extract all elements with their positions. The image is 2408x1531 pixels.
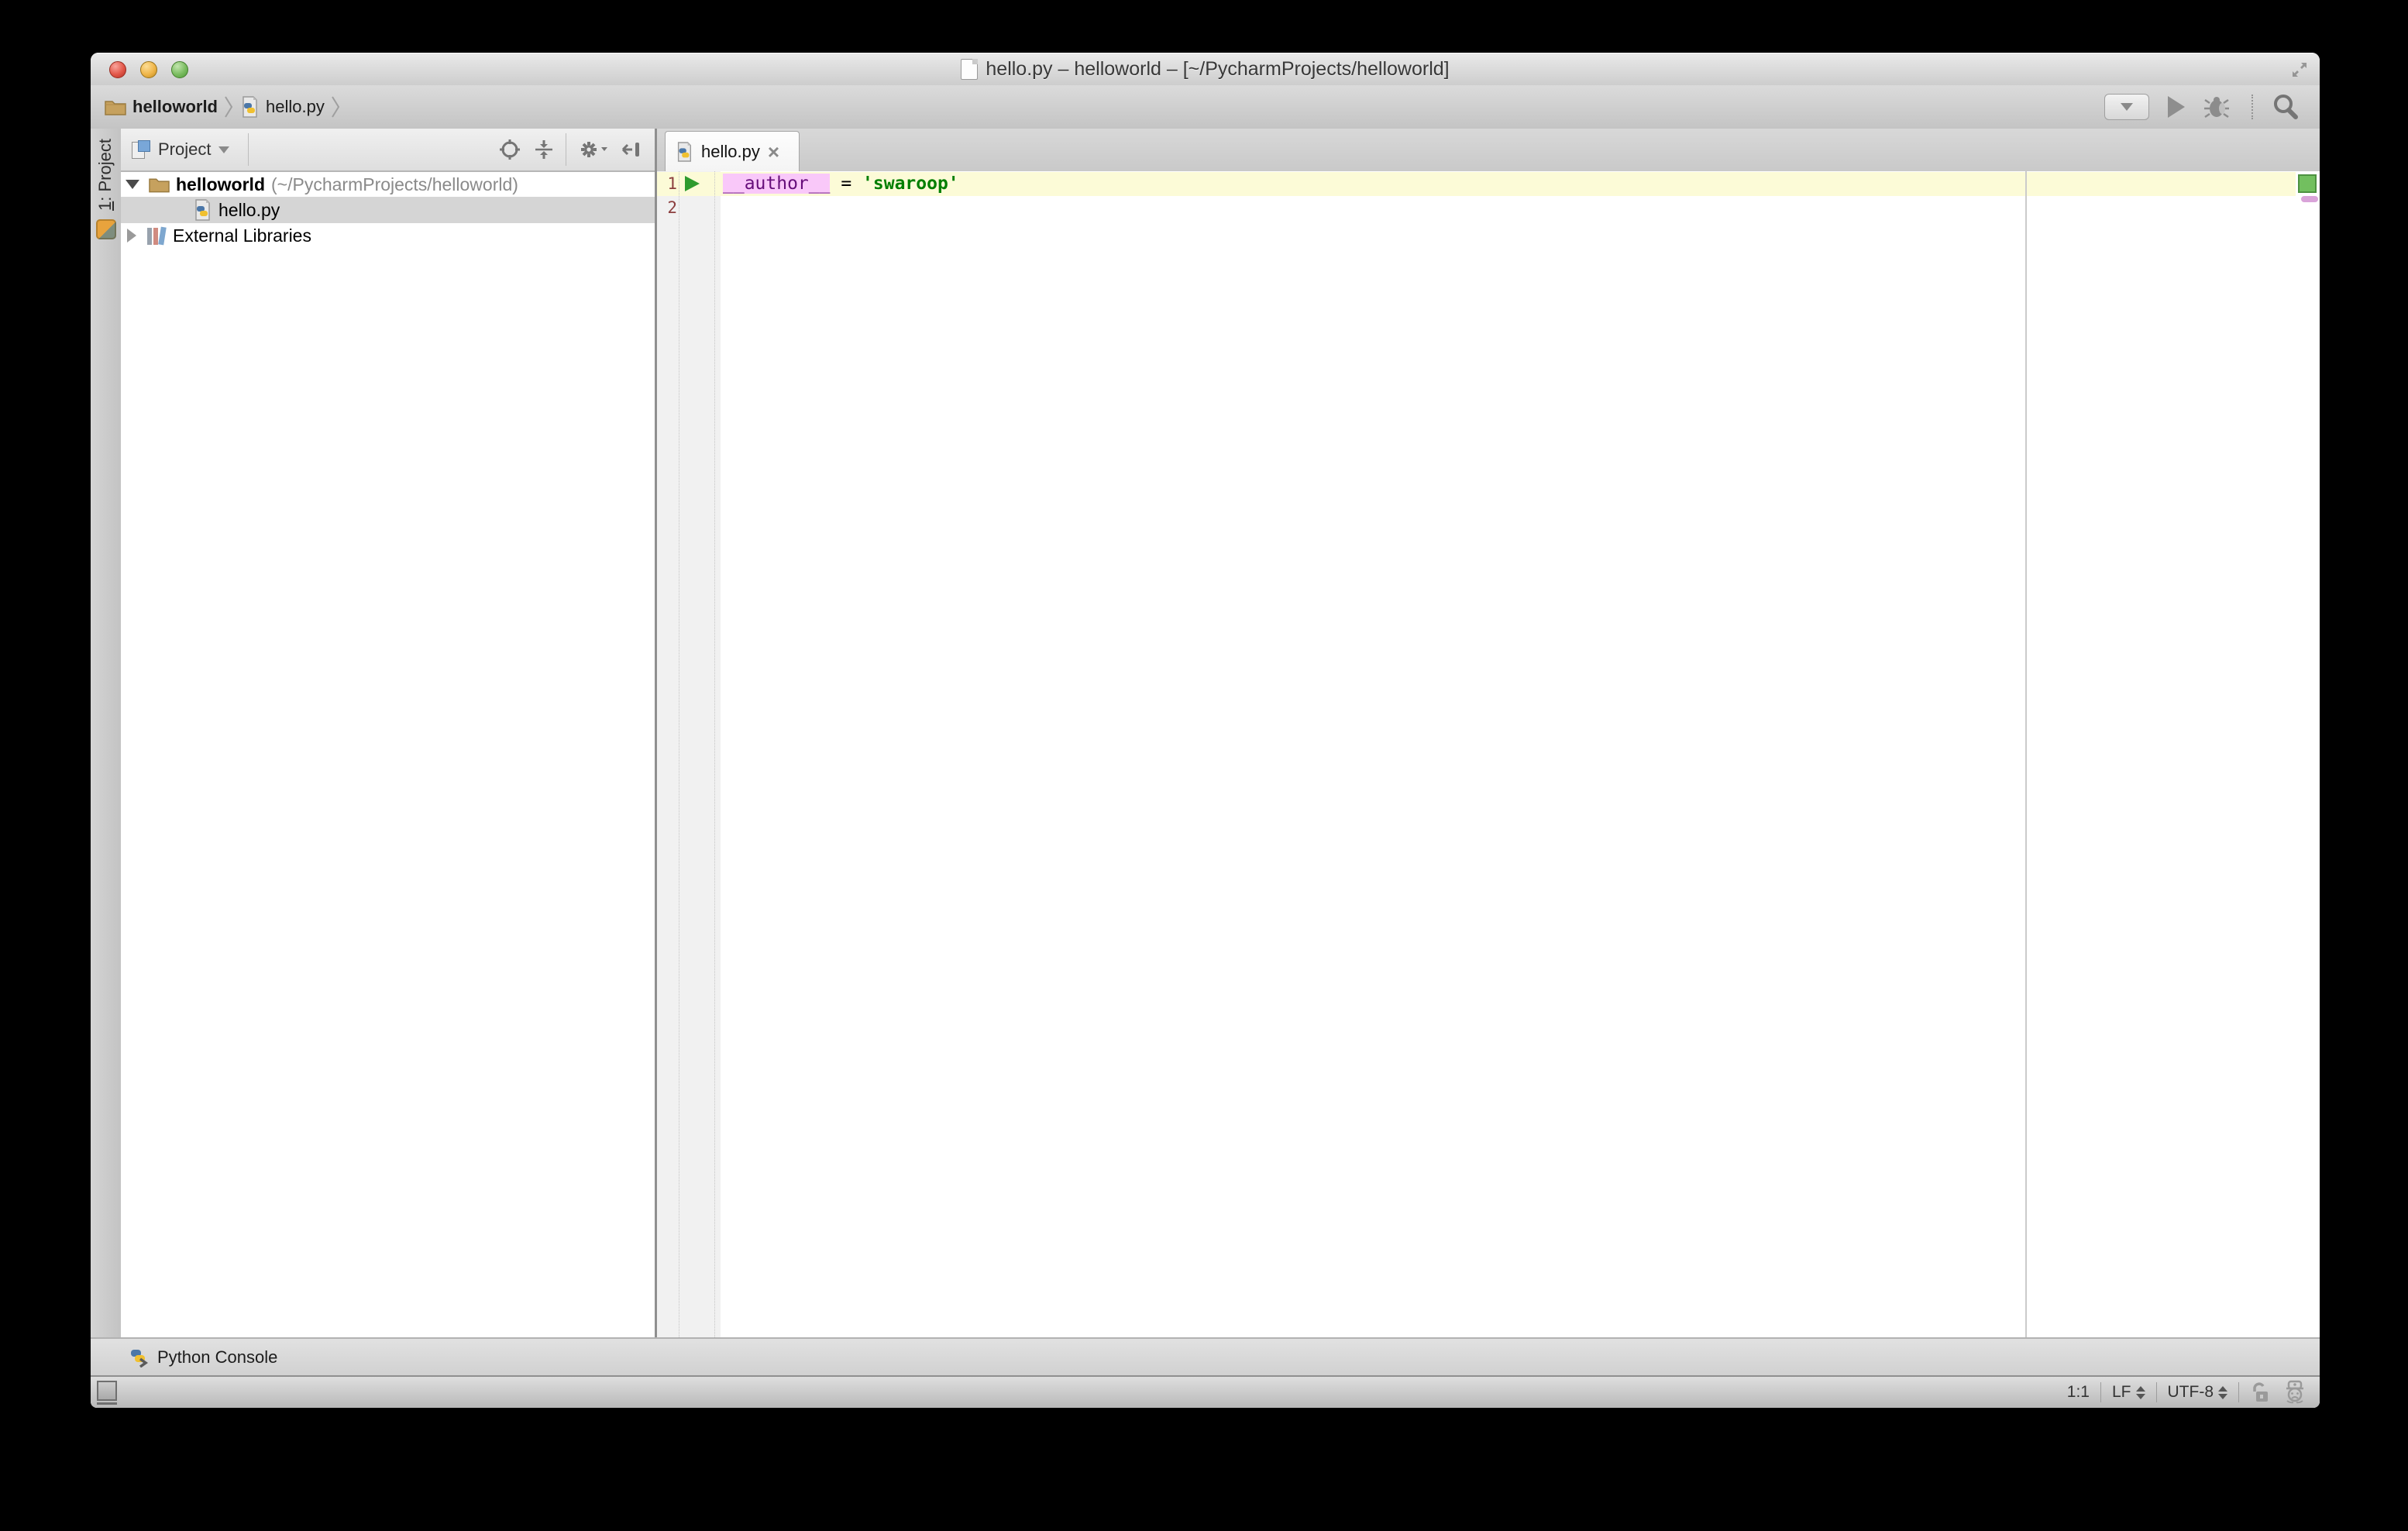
- right-margin-guide: [2025, 171, 2027, 1337]
- tab-hello-py[interactable]: hello.py ×: [665, 131, 800, 171]
- caret-position-widget[interactable]: 1:1: [2067, 1383, 2090, 1402]
- hide-panel-icon[interactable]: [621, 139, 642, 160]
- project-panel-header: Project: [121, 129, 655, 172]
- tree-file-name: hello.py: [218, 200, 280, 221]
- updown-arrows-icon: [2218, 1386, 2227, 1399]
- left-tool-stripe: 1: Project: [91, 129, 122, 1337]
- run-line-marker-icon[interactable]: [685, 176, 700, 191]
- tree-root-name: helloworld: [176, 174, 265, 195]
- python-console-icon: [129, 1347, 150, 1368]
- collapsed-arrow-icon[interactable]: [127, 229, 136, 243]
- project-view-icon: [132, 140, 150, 159]
- project-stripe-label: : Project: [95, 139, 115, 201]
- toolbar-separator: [2251, 95, 2253, 119]
- code-string: 'swaroop': [862, 174, 959, 194]
- encoding-widget[interactable]: UTF-8: [2168, 1383, 2228, 1402]
- code-operator: =: [830, 174, 862, 194]
- code-identifier: __author__: [723, 174, 830, 194]
- chevron-down-icon: [218, 146, 229, 153]
- breadcrumb-file[interactable]: hello.py: [266, 97, 325, 117]
- fullscreen-icon[interactable]: [2290, 60, 2309, 79]
- run-configuration-select[interactable]: [2104, 94, 2149, 120]
- tree-root-path: (~/PycharmProjects/helloworld): [271, 174, 518, 195]
- debug-button[interactable]: [2203, 94, 2233, 120]
- window-title-wrap: hello.py – helloworld – [~/PycharmProjec…: [91, 53, 2320, 85]
- title-bar[interactable]: hello.py – helloworld – [~/PycharmProjec…: [91, 53, 2320, 87]
- status-separator: [2238, 1382, 2239, 1402]
- code-line-1[interactable]: __author__ = 'swaroop': [723, 172, 959, 196]
- editor-gutter: [657, 171, 721, 1337]
- run-button[interactable]: [2168, 96, 2185, 118]
- chevron-down-icon: [2121, 103, 2133, 111]
- folder-icon: [105, 98, 126, 116]
- tab-label: hello.py: [701, 142, 760, 162]
- unlock-icon[interactable]: [2250, 1381, 2272, 1404]
- close-tab-icon[interactable]: ×: [768, 144, 779, 160]
- tree-row-root[interactable]: helloworld (~/PycharmProjects/helloworld…: [121, 172, 655, 197]
- encoding-value: UTF-8: [2168, 1383, 2214, 1402]
- toolbar-right: [2104, 85, 2300, 129]
- panel-header-separator: [248, 133, 249, 166]
- collapse-all-icon[interactable]: [533, 139, 555, 160]
- editor-body[interactable]: 1 2 __author__ = 'swaroop': [657, 171, 2320, 1337]
- python-file-icon: [239, 96, 260, 118]
- document-icon: [961, 59, 978, 80]
- line-separator-widget[interactable]: LF: [2112, 1383, 2145, 1402]
- project-view-selector[interactable]: Project: [132, 129, 229, 170]
- search-icon[interactable]: [2272, 93, 2300, 121]
- breadcrumb-chevron-icon: [224, 95, 233, 119]
- status-separator: [2100, 1382, 2101, 1402]
- project-mnemonic: 1: [95, 201, 115, 211]
- toggle-toolwindows-icon[interactable]: [97, 1381, 117, 1401]
- navigation-bar: helloworld hello.py: [91, 85, 2320, 130]
- libraries-icon: [146, 226, 167, 245]
- python-console-button[interactable]: Python Console: [129, 1339, 277, 1375]
- tool-button-project[interactable]: 1: Project: [95, 139, 115, 211]
- main-area: 1: Project Project: [91, 129, 2320, 1337]
- breadcrumb: helloworld hello.py: [105, 85, 340, 129]
- python-console-label: Python Console: [157, 1347, 277, 1368]
- error-stripe-mark[interactable]: [2301, 196, 2318, 202]
- scroll-to-source-icon[interactable]: [499, 139, 521, 160]
- tree-row-file-selected[interactable]: hello.py: [121, 197, 655, 223]
- tree-external-libraries-label: External Libraries: [173, 225, 311, 246]
- status-bar: 1:1 LF UTF-8: [91, 1375, 2320, 1408]
- breadcrumb-project[interactable]: helloworld: [132, 97, 218, 117]
- status-separator: [2156, 1382, 2157, 1402]
- editor-tab-bar: hello.py ×: [657, 129, 2320, 173]
- project-toolwindow-icon[interactable]: [96, 219, 116, 239]
- project-panel: Project: [121, 129, 655, 1337]
- editor-area: hello.py × 1 2 __author__ = 'swaroop': [657, 129, 2320, 1337]
- highlighting-level-icon[interactable]: [2282, 1380, 2307, 1405]
- status-widgets: 1:1 LF UTF-8: [2067, 1377, 2307, 1408]
- gear-icon[interactable]: [578, 139, 609, 160]
- breadcrumb-chevron-icon: [331, 95, 340, 119]
- python-file-icon: [192, 199, 212, 221]
- pycharm-window: hello.py – helloworld – [~/PycharmProjec…: [91, 53, 2320, 1408]
- window-title: hello.py – helloworld – [~/PycharmProjec…: [986, 58, 1449, 81]
- line-separator-value: LF: [2112, 1383, 2131, 1402]
- tree-row-external-libraries[interactable]: External Libraries: [121, 223, 655, 248]
- line-number: 1: [657, 172, 677, 196]
- gutter-separator: [714, 171, 715, 1337]
- bottom-tool-bar: Python Console: [91, 1337, 2320, 1375]
- project-panel-title: Project: [158, 139, 211, 160]
- folder-icon: [149, 175, 170, 194]
- inspection-status-indicator[interactable]: [2298, 174, 2317, 193]
- python-file-icon: [675, 141, 693, 163]
- updown-arrows-icon: [2136, 1386, 2145, 1399]
- line-number: 2: [657, 196, 677, 220]
- expanded-arrow-icon[interactable]: [126, 180, 139, 189]
